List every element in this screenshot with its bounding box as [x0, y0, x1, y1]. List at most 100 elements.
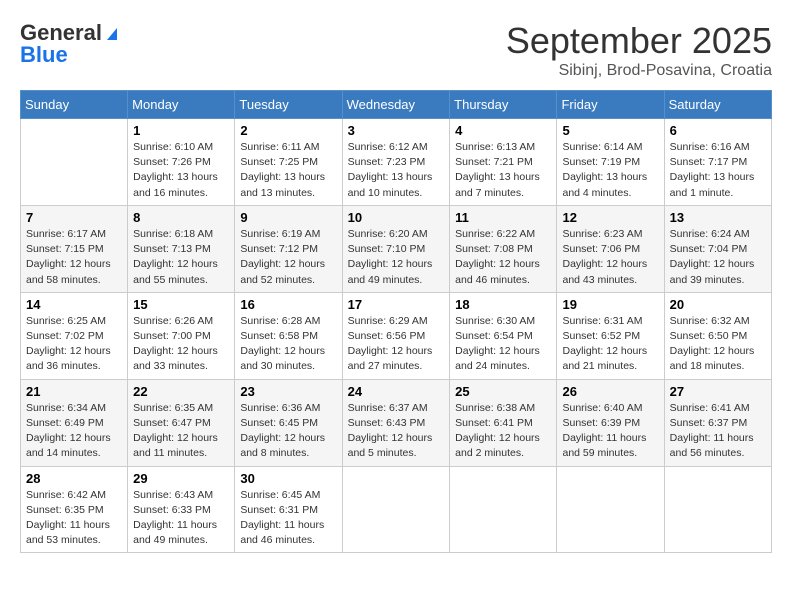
calendar-cell: 25Sunrise: 6:38 AMSunset: 6:41 PMDayligh…: [450, 379, 557, 466]
day-info: Sunrise: 6:43 AMSunset: 6:33 PMDaylight:…: [133, 488, 229, 549]
header-tuesday: Tuesday: [235, 91, 342, 119]
day-info: Sunrise: 6:23 AMSunset: 7:06 PMDaylight:…: [562, 227, 658, 288]
day-number: 15: [133, 297, 229, 312]
day-info: Sunrise: 6:10 AMSunset: 7:26 PMDaylight:…: [133, 140, 229, 201]
day-number: 5: [562, 123, 658, 138]
calendar-cell: 27 Sunrise: 6:41 AMSunset: 6:37 PMDayligh…: [664, 379, 771, 466]
calendar-cell: 21 Sunrise: 6:34 AMSunset: 6:49 PMDayligh…: [21, 379, 128, 466]
day-info: Sunrise: 6:14 AMSunset: 7:19 PMDaylight:…: [562, 140, 658, 201]
day-number: 13: [670, 210, 766, 225]
day-info: Sunrise: 6:40 AMSunset: 6:39 PMDaylight:…: [562, 401, 658, 462]
day-number: 8: [133, 210, 229, 225]
header: General Blue September 2025 Sibinj, Brod…: [20, 20, 772, 80]
calendar-cell: [557, 466, 664, 553]
day-info: Sunrise: 6:22 AMSunset: 7:08 PMDaylight:…: [455, 227, 551, 288]
day-number: 21: [26, 384, 122, 399]
day-number: 3: [348, 123, 445, 138]
day-number: 18: [455, 297, 551, 312]
header-saturday: Saturday: [664, 91, 771, 119]
day-number: 11: [455, 210, 551, 225]
calendar-week-1: 7 Sunrise: 6:17 AMSunset: 7:15 PMDaylight…: [21, 205, 772, 292]
day-info: Sunrise: 6:13 AMSunset: 7:21 PMDaylight:…: [455, 140, 551, 201]
day-number: 7: [26, 210, 122, 225]
calendar-cell: 9 Sunrise: 6:19 AMSunset: 7:12 PMDaylight…: [235, 205, 342, 292]
day-number: 4: [455, 123, 551, 138]
day-number: 19: [562, 297, 658, 312]
calendar-cell: 17 Sunrise: 6:29 AMSunset: 6:56 PMDayligh…: [342, 292, 450, 379]
calendar-week-3: 21 Sunrise: 6:34 AMSunset: 6:49 PMDayligh…: [21, 379, 772, 466]
day-info: Sunrise: 6:35 AMSunset: 6:47 PMDaylight:…: [133, 401, 229, 462]
day-number: 20: [670, 297, 766, 312]
calendar-cell: 19 Sunrise: 6:31 AMSunset: 6:52 PMDayligh…: [557, 292, 664, 379]
weekday-header-row: Sunday Monday Tuesday Wednesday Thursday…: [21, 91, 772, 119]
calendar-cell: 24 Sunrise: 6:37 AMSunset: 6:43 PMDayligh…: [342, 379, 450, 466]
day-number: 29: [133, 471, 229, 486]
day-number: 23: [240, 384, 336, 399]
day-number: 22: [133, 384, 229, 399]
calendar-cell: 30Sunrise: 6:45 AMSunset: 6:31 PMDayligh…: [235, 466, 342, 553]
day-info: Sunrise: 6:19 AMSunset: 7:12 PMDaylight:…: [240, 227, 336, 288]
day-info: Sunrise: 6:30 AMSunset: 6:54 PMDaylight:…: [455, 314, 551, 375]
calendar-cell: 14 Sunrise: 6:25 AMSunset: 7:02 PMDayligh…: [21, 292, 128, 379]
calendar-cell: 26 Sunrise: 6:40 AMSunset: 6:39 PMDayligh…: [557, 379, 664, 466]
calendar-cell: 23Sunrise: 6:36 AMSunset: 6:45 PMDayligh…: [235, 379, 342, 466]
header-wednesday: Wednesday: [342, 91, 450, 119]
day-number: 17: [348, 297, 445, 312]
calendar-cell: 1 Sunrise: 6:10 AMSunset: 7:26 PMDaylight…: [128, 119, 235, 206]
day-info: Sunrise: 6:18 AMSunset: 7:13 PMDaylight:…: [133, 227, 229, 288]
day-number: 26: [562, 384, 658, 399]
day-number: 2: [240, 123, 336, 138]
calendar-cell: 18 Sunrise: 6:30 AMSunset: 6:54 PMDayligh…: [450, 292, 557, 379]
calendar-cell: 10Sunrise: 6:20 AMSunset: 7:10 PMDayligh…: [342, 205, 450, 292]
calendar-cell: 2 Sunrise: 6:11 AMSunset: 7:25 PMDaylight…: [235, 119, 342, 206]
calendar-cell: 13Sunrise: 6:24 AMSunset: 7:04 PMDayligh…: [664, 205, 771, 292]
header-monday: Monday: [128, 91, 235, 119]
calendar-cell: [450, 466, 557, 553]
calendar-cell: [664, 466, 771, 553]
calendar-cell: 16Sunrise: 6:28 AMSunset: 6:58 PMDayligh…: [235, 292, 342, 379]
day-number: 28: [26, 471, 122, 486]
calendar-cell: 22 Sunrise: 6:35 AMSunset: 6:47 PMDayligh…: [128, 379, 235, 466]
calendar-cell: [342, 466, 450, 553]
day-info: Sunrise: 6:41 AMSunset: 6:37 PMDaylight:…: [670, 401, 766, 462]
calendar-cell: [21, 119, 128, 206]
calendar-cell: 12 Sunrise: 6:23 AMSunset: 7:06 PMDayligh…: [557, 205, 664, 292]
calendar-week-0: 1 Sunrise: 6:10 AMSunset: 7:26 PMDaylight…: [21, 119, 772, 206]
day-number: 12: [562, 210, 658, 225]
day-info: Sunrise: 6:12 AMSunset: 7:23 PMDaylight:…: [348, 140, 445, 201]
title-area: September 2025 Sibinj, Brod-Posavina, Cr…: [506, 20, 772, 80]
calendar-cell: 6 Sunrise: 6:16 AMSunset: 7:17 PMDaylight…: [664, 119, 771, 206]
calendar-cell: 28Sunrise: 6:42 AMSunset: 6:35 PMDayligh…: [21, 466, 128, 553]
calendar-cell: 3 Sunrise: 6:12 AMSunset: 7:23 PMDaylight…: [342, 119, 450, 206]
calendar-week-2: 14 Sunrise: 6:25 AMSunset: 7:02 PMDayligh…: [21, 292, 772, 379]
day-number: 24: [348, 384, 445, 399]
day-info: Sunrise: 6:34 AMSunset: 6:49 PMDaylight:…: [26, 401, 122, 462]
day-number: 30: [240, 471, 336, 486]
day-number: 1: [133, 123, 229, 138]
day-info: Sunrise: 6:29 AMSunset: 6:56 PMDaylight:…: [348, 314, 445, 375]
logo-triangle-icon: [103, 24, 121, 42]
day-number: 14: [26, 297, 122, 312]
day-info: Sunrise: 6:25 AMSunset: 7:02 PMDaylight:…: [26, 314, 122, 375]
day-info: Sunrise: 6:26 AMSunset: 7:00 PMDaylight:…: [133, 314, 229, 375]
calendar-cell: 29 Sunrise: 6:43 AMSunset: 6:33 PMDayligh…: [128, 466, 235, 553]
day-info: Sunrise: 6:37 AMSunset: 6:43 PMDaylight:…: [348, 401, 445, 462]
logo: General Blue: [20, 20, 122, 68]
calendar-table: Sunday Monday Tuesday Wednesday Thursday…: [20, 90, 772, 553]
day-info: Sunrise: 6:17 AMSunset: 7:15 PMDaylight:…: [26, 227, 122, 288]
day-info: Sunrise: 6:16 AMSunset: 7:17 PMDaylight:…: [670, 140, 766, 201]
day-info: Sunrise: 6:11 AMSunset: 7:25 PMDaylight:…: [240, 140, 336, 201]
header-thursday: Thursday: [450, 91, 557, 119]
header-friday: Friday: [557, 91, 664, 119]
day-number: 9: [240, 210, 336, 225]
day-number: 10: [348, 210, 445, 225]
calendar-cell: 8 Sunrise: 6:18 AMSunset: 7:13 PMDaylight…: [128, 205, 235, 292]
day-info: Sunrise: 6:28 AMSunset: 6:58 PMDaylight:…: [240, 314, 336, 375]
day-number: 25: [455, 384, 551, 399]
header-sunday: Sunday: [21, 91, 128, 119]
day-number: 6: [670, 123, 766, 138]
day-number: 27: [670, 384, 766, 399]
day-info: Sunrise: 6:31 AMSunset: 6:52 PMDaylight:…: [562, 314, 658, 375]
calendar-cell: 7 Sunrise: 6:17 AMSunset: 7:15 PMDaylight…: [21, 205, 128, 292]
calendar-week-4: 28Sunrise: 6:42 AMSunset: 6:35 PMDayligh…: [21, 466, 772, 553]
